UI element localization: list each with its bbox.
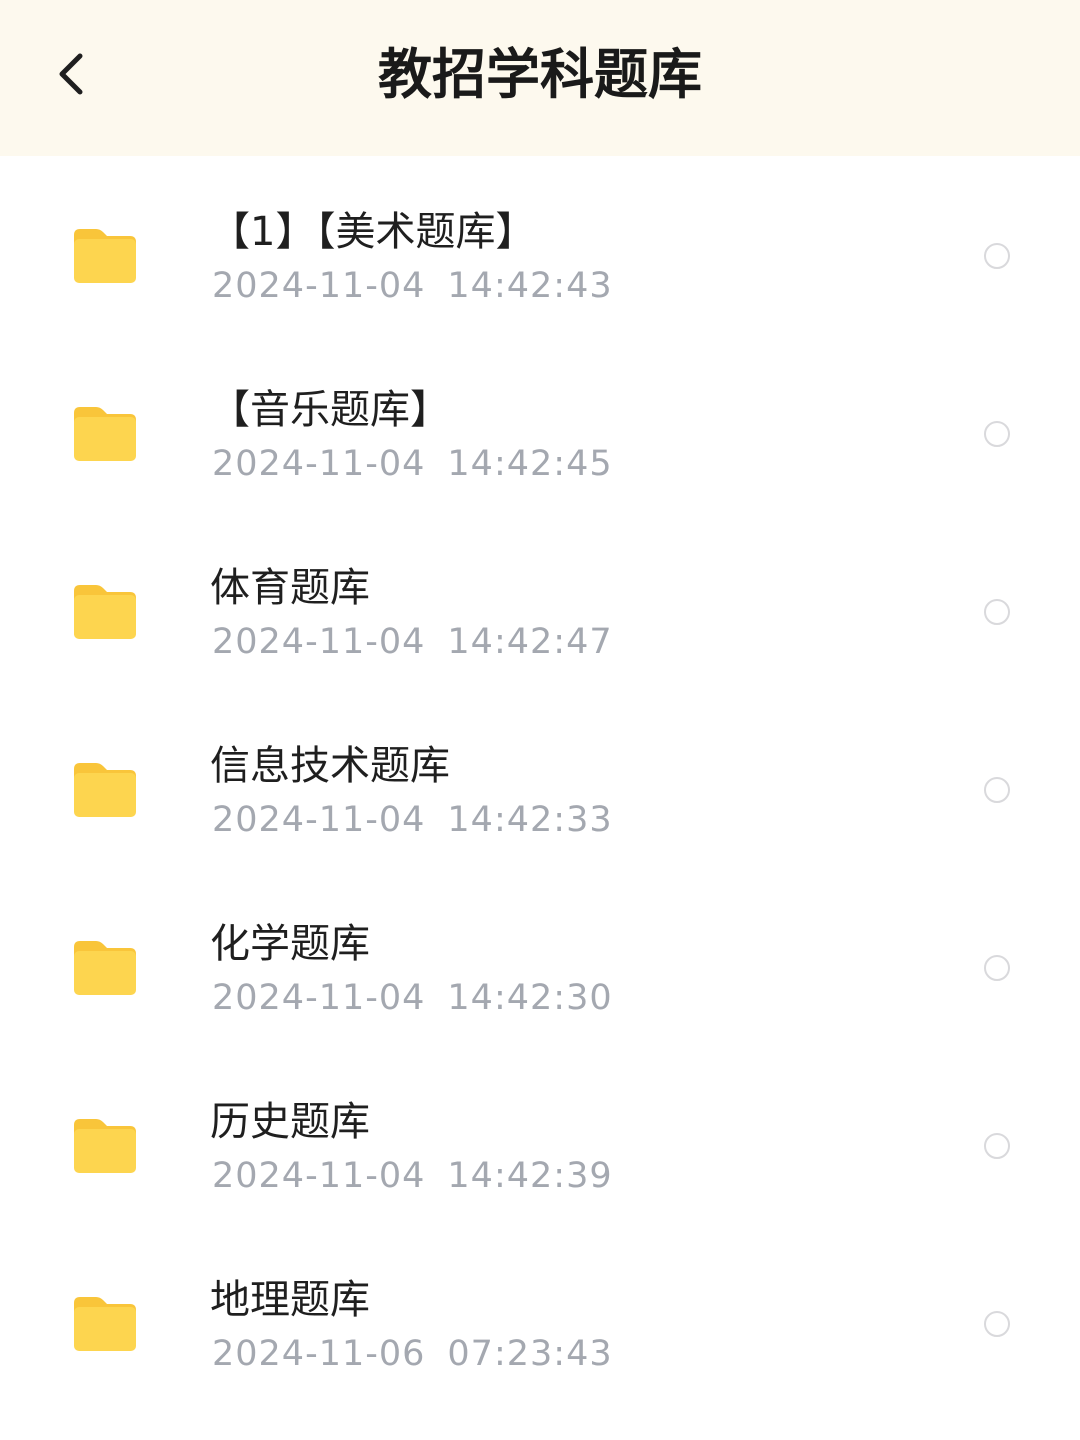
- select-radio[interactable]: [984, 599, 1010, 625]
- list-item[interactable]: 体育题库 2024-11-04 14:42:47: [0, 523, 1080, 701]
- folder-icon: [72, 939, 138, 997]
- select-radio[interactable]: [984, 421, 1010, 447]
- folder-icon: [72, 1295, 138, 1353]
- folder-name: 【音乐题库】: [210, 387, 450, 433]
- file-list-screen: 教招学科题库 【1】【美术题库】 2024-11-04 14:42:43 【音乐题…: [0, 0, 1080, 1440]
- select-radio[interactable]: [984, 1133, 1010, 1159]
- modified-date: 2024-11-04: [212, 978, 426, 1018]
- modified-date: 2024-11-04: [212, 800, 426, 840]
- modified-time: 14:42:45: [447, 444, 613, 484]
- list-item[interactable]: 化学题库 2024-11-04 14:42:30: [0, 879, 1080, 1057]
- modified-date: 2024-11-06: [212, 1334, 426, 1374]
- modified-date: 2024-11-04: [212, 266, 426, 306]
- modified-time: 14:42:47: [447, 622, 613, 662]
- folder-list: 【1】【美术题库】 2024-11-04 14:42:43 【音乐题库】 2024…: [0, 167, 1080, 1413]
- modified-time: 14:42:39: [447, 1156, 613, 1196]
- list-item[interactable]: 历史题库 2024-11-04 14:42:39: [0, 1057, 1080, 1235]
- page-title: 教招学科题库: [378, 43, 702, 106]
- folder-icon: [72, 761, 138, 819]
- folder-icon: [72, 1117, 138, 1175]
- list-item[interactable]: 【音乐题库】 2024-11-04 14:42:45: [0, 345, 1080, 523]
- modified-timestamp: 2024-11-04 14:42:30: [212, 975, 613, 1021]
- modified-time: 14:42:43: [447, 266, 613, 306]
- folder-icon: [72, 405, 138, 463]
- select-radio[interactable]: [984, 955, 1010, 981]
- modified-time: 07:23:43: [447, 1334, 613, 1374]
- folder-name: 体育题库: [210, 565, 370, 611]
- folder-name: 【1】【美术题库】: [210, 209, 536, 255]
- modified-timestamp: 2024-11-06 07:23:43: [212, 1331, 613, 1377]
- folder-name: 历史题库: [210, 1099, 370, 1145]
- modified-date: 2024-11-04: [212, 1156, 426, 1196]
- select-radio[interactable]: [984, 1311, 1010, 1337]
- folder-name: 信息技术题库: [210, 743, 450, 789]
- modified-time: 14:42:33: [447, 800, 613, 840]
- list-item[interactable]: 地理题库 2024-11-06 07:23:43: [0, 1235, 1080, 1413]
- list-item[interactable]: 信息技术题库 2024-11-04 14:42:33: [0, 701, 1080, 879]
- modified-date: 2024-11-04: [212, 622, 426, 662]
- modified-timestamp: 2024-11-04 14:42:39: [212, 1153, 613, 1199]
- modified-date: 2024-11-04: [212, 444, 426, 484]
- top-bar: 教招学科题库: [0, 0, 1080, 156]
- chevron-left-icon: [59, 53, 83, 95]
- modified-time: 14:42:30: [447, 978, 613, 1018]
- folder-icon: [72, 227, 138, 285]
- list-item[interactable]: 【1】【美术题库】 2024-11-04 14:42:43: [0, 167, 1080, 345]
- folder-name: 地理题库: [210, 1277, 370, 1323]
- modified-timestamp: 2024-11-04 14:42:33: [212, 797, 613, 843]
- folder-icon: [72, 583, 138, 641]
- back-button[interactable]: [40, 38, 104, 110]
- modified-timestamp: 2024-11-04 14:42:47: [212, 619, 613, 665]
- folder-name: 化学题库: [210, 921, 370, 967]
- modified-timestamp: 2024-11-04 14:42:45: [212, 441, 613, 487]
- select-radio[interactable]: [984, 243, 1010, 269]
- select-radio[interactable]: [984, 777, 1010, 803]
- modified-timestamp: 2024-11-04 14:42:43: [212, 263, 613, 309]
